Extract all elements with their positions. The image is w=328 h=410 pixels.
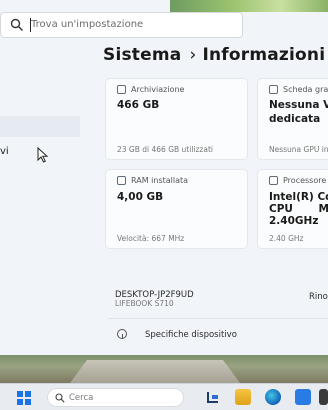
taskbar-search[interactable]: Cerca [47, 388, 184, 407]
ram-detail: Velocità: 667 MHz [117, 234, 185, 243]
graphics-value-line1: Nessuna VR [269, 99, 328, 111]
info-icon [117, 329, 127, 339]
processor-icon [269, 176, 278, 185]
processor-detail: 2.40 GHz [269, 234, 304, 243]
ram-label: RAM installata [131, 176, 189, 185]
search-placeholder: Trova un'impostazione [31, 19, 144, 30]
breadcrumb-section[interactable]: Sistema [103, 45, 181, 65]
storage-value: 466 GB [117, 99, 160, 111]
ram-card[interactable]: RAM installata 4,00 GB Velocità: 667 MHz [105, 169, 248, 249]
storage-card[interactable]: Archiviazione 466 GB 23 GB di 466 GB uti… [105, 78, 248, 160]
rename-pc-button[interactable]: Rino [309, 292, 328, 302]
storage-label: Archiviazione [131, 85, 185, 94]
ram-card-header: RAM installata [117, 176, 188, 185]
graphics-value-line2: dedicata [269, 113, 321, 125]
taskbar: Cerca [0, 383, 328, 410]
graphics-card[interactable]: Scheda grafi Nessuna VR dedicata Nessuna… [257, 78, 328, 160]
divider [108, 318, 328, 319]
processor-label: Processore [283, 176, 327, 185]
processor-card-header: Processore [269, 176, 326, 185]
page-title: Sistema › Informazioni s [103, 45, 328, 65]
store-icon[interactable] [295, 389, 311, 405]
breadcrumb-page: Informazioni s [202, 45, 328, 65]
taskbar-search-label: Cerca [69, 393, 94, 403]
ram-icon [117, 176, 126, 185]
storage-detail: 23 GB di 466 GB utilizzati [117, 145, 213, 154]
search-icon [10, 18, 23, 31]
processor-card[interactable]: Processore Intel(R) Core CPU M 3 2.40GHz… [257, 169, 328, 249]
windows-start-icon[interactable] [17, 391, 31, 405]
ram-value: 4,00 GB [117, 191, 164, 203]
sidebar-selected-item[interactable] [0, 116, 80, 137]
wallpaper-top-edge [170, 0, 328, 12]
sidebar-item-label[interactable]: vi [0, 146, 9, 157]
settings-window: Trova un'impostazione vi Sistema › Informa… [0, 0, 328, 355]
device-specs-section[interactable]: Specifiche dispositivo [145, 330, 237, 340]
file-explorer-icon[interactable] [235, 389, 251, 405]
processor-value-line3: 2.40GHz [269, 215, 319, 227]
edge-browser-icon[interactable] [265, 389, 281, 405]
search-icon [55, 393, 65, 403]
device-model: LIFEBOOK S710 [115, 299, 174, 308]
graphics-detail: Nessuna GPU in [269, 145, 328, 154]
graphics-label: Scheda grafi [283, 85, 328, 94]
task-view-icon[interactable] [205, 389, 221, 405]
taskbar-app-icon[interactable] [319, 389, 328, 405]
mouse-cursor-icon [37, 147, 49, 163]
settings-search-box[interactable]: Trova un'impostazione [0, 12, 243, 38]
storage-card-header: Archiviazione [117, 85, 184, 94]
storage-icon [117, 85, 126, 94]
desktop-wallpaper [0, 355, 328, 383]
graphics-card-icon [269, 85, 278, 94]
graphics-card-header: Scheda grafi [269, 85, 328, 94]
breadcrumb-separator: › [189, 45, 197, 65]
